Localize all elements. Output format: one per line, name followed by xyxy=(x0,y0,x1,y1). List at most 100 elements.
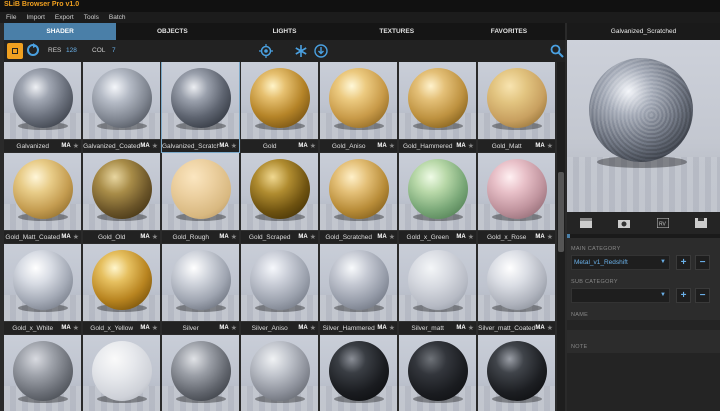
favorite-star-icon[interactable]: ★ xyxy=(73,142,79,150)
menu-file[interactable]: File xyxy=(6,14,16,21)
shader-tile[interactable]: Silver_matt MA ★ xyxy=(399,244,476,334)
shader-name: Galvanized_Coated xyxy=(83,142,141,150)
menu-batch[interactable]: Batch xyxy=(109,14,126,21)
shader-name: Gold_Rough xyxy=(172,233,209,241)
add-sub-category-button[interactable]: + xyxy=(676,288,691,303)
snowflake-icon[interactable] xyxy=(294,44,308,58)
shader-tile[interactable] xyxy=(162,335,239,411)
shader-tile[interactable]: Gold_Scratched MA ★ xyxy=(320,153,397,243)
menu-import[interactable]: Import xyxy=(26,14,44,21)
shader-thumbnail xyxy=(83,62,160,139)
shader-grid: Galvanized MA ★ Galvanized_Coated MA ★ Galvani… xyxy=(4,62,557,411)
ma-badge: MA xyxy=(535,143,545,149)
favorite-star-icon[interactable]: ★ xyxy=(73,233,79,241)
remove-sub-category-button[interactable]: − xyxy=(695,288,710,303)
note-field[interactable] xyxy=(567,353,720,411)
tab-textures[interactable]: TEXTURES xyxy=(341,23,453,40)
shader-tile[interactable]: Gold_x_Green MA ★ xyxy=(399,153,476,243)
shader-tile[interactable]: Gold_Matt MA ★ xyxy=(478,62,555,152)
target-icon[interactable] xyxy=(259,44,273,58)
shader-thumbnail xyxy=(162,244,239,321)
material-sphere xyxy=(408,250,468,310)
refresh-icon[interactable] xyxy=(26,43,40,57)
shader-tile[interactable]: Gold_Old MA ★ xyxy=(83,153,160,243)
grid-scrollbar[interactable] xyxy=(557,62,565,411)
shader-tile[interactable]: Gold MA ★ xyxy=(241,62,318,152)
shader-tile[interactable]: Gold_Rough MA ★ xyxy=(162,153,239,243)
shader-name: Gold_x_Green xyxy=(406,233,449,241)
tab-shader[interactable]: SHADER xyxy=(4,23,117,40)
sub-category-label: SUB CATEGORY xyxy=(571,279,618,285)
shader-tile[interactable] xyxy=(320,335,397,411)
shader-tile[interactable]: Silver_Hammered MA ★ xyxy=(320,244,397,334)
favorite-star-icon[interactable]: ★ xyxy=(152,324,158,332)
shader-tile[interactable]: Galvanized_ScratchedMA★ xyxy=(161,62,240,153)
favorite-star-icon[interactable]: ★ xyxy=(547,142,553,150)
download-icon[interactable] xyxy=(314,44,328,58)
favorite-star-icon[interactable]: ★ xyxy=(231,233,237,241)
shader-tile[interactable] xyxy=(4,335,81,411)
shader-thumbnail xyxy=(478,153,555,230)
tab-favorites[interactable]: FAVORITES xyxy=(453,23,565,40)
favorite-star-icon[interactable]: ★ xyxy=(389,233,395,241)
favorite-star-icon[interactable]: ★ xyxy=(152,233,158,241)
favorite-star-icon[interactable]: ★ xyxy=(231,142,237,150)
shader-tile[interactable]: Gold_Matt_Coated MA ★ xyxy=(4,153,81,243)
menu-export[interactable]: Export xyxy=(55,14,74,21)
favorite-star-icon[interactable]: ★ xyxy=(468,324,474,332)
search-icon[interactable] xyxy=(550,44,564,58)
favorite-star-icon[interactable]: ★ xyxy=(73,324,79,332)
res-value[interactable]: 128 xyxy=(66,47,77,54)
rv-icon[interactable]: RV xyxy=(656,218,669,228)
name-field[interactable] xyxy=(567,320,720,330)
shader-tile[interactable]: Gold_Hammered MA ★ xyxy=(399,62,476,152)
camera-icon[interactable] xyxy=(618,218,631,228)
menu-tools[interactable]: Tools xyxy=(84,14,99,21)
shader-tile[interactable] xyxy=(83,335,160,411)
toolbar: RES 128 COL 7 xyxy=(4,40,565,62)
shader-tile[interactable]: Gold_x_Yellow MA ★ xyxy=(83,244,160,334)
grid-view-button[interactable] xyxy=(7,43,23,59)
scrollbar-thumb[interactable] xyxy=(558,172,564,252)
remove-main-category-button[interactable]: − xyxy=(695,255,710,270)
clapper-icon[interactable] xyxy=(580,218,593,228)
favorite-star-icon[interactable]: ★ xyxy=(389,142,395,150)
shader-thumbnail xyxy=(83,335,160,411)
shader-tile[interactable] xyxy=(399,335,476,411)
sub-category-select[interactable]: ▼ xyxy=(571,288,670,303)
shader-name: Gold_Old xyxy=(97,233,126,241)
favorite-star-icon[interactable]: ★ xyxy=(389,324,395,332)
shader-tile[interactable]: Silver_matt_Coated MA ★ xyxy=(478,244,555,334)
title-bar: SLiB Browser Pro v1.0 xyxy=(0,0,720,12)
material-sphere xyxy=(408,159,468,219)
favorite-star-icon[interactable]: ★ xyxy=(310,233,316,241)
favorite-star-icon[interactable]: ★ xyxy=(547,324,553,332)
favorite-star-icon[interactable]: ★ xyxy=(468,142,474,150)
shader-tile[interactable]: Gold_Scraped MA ★ xyxy=(241,153,318,243)
shader-tile[interactable]: Silver MA ★ xyxy=(162,244,239,334)
add-main-category-button[interactable]: + xyxy=(676,255,691,270)
favorite-star-icon[interactable]: ★ xyxy=(310,142,316,150)
shader-tile[interactable]: Gold_Aniso MA ★ xyxy=(320,62,397,152)
shader-tile[interactable]: Galvanized_Coated MA ★ xyxy=(83,62,160,152)
shader-tile[interactable]: Gold_x_White MA ★ xyxy=(4,244,81,334)
shader-tile[interactable]: Galvanized MA ★ xyxy=(4,62,81,152)
main-category-select[interactable]: Metal_v1_Redshift ▼ xyxy=(571,255,670,270)
favorite-star-icon[interactable]: ★ xyxy=(231,324,237,332)
col-value[interactable]: 7 xyxy=(112,47,116,54)
shader-tile[interactable] xyxy=(241,335,318,411)
shader-tile[interactable]: Silver_Aniso MA ★ xyxy=(241,244,318,334)
shader-thumbnail xyxy=(162,62,239,139)
tab-objects[interactable]: OBJECTS xyxy=(116,23,228,40)
material-sphere xyxy=(408,341,468,401)
tab-lights[interactable]: LIGHTS xyxy=(228,23,340,40)
shader-tile[interactable]: Gold_x_Rose MA ★ xyxy=(478,153,555,243)
ma-badge: MA xyxy=(61,143,71,149)
shader-thumbnail xyxy=(478,62,555,139)
favorite-star-icon[interactable]: ★ xyxy=(310,324,316,332)
favorite-star-icon[interactable]: ★ xyxy=(547,233,553,241)
save-icon[interactable] xyxy=(694,218,707,228)
favorite-star-icon[interactable]: ★ xyxy=(468,233,474,241)
favorite-star-icon[interactable]: ★ xyxy=(152,142,158,150)
shader-tile[interactable] xyxy=(478,335,555,411)
